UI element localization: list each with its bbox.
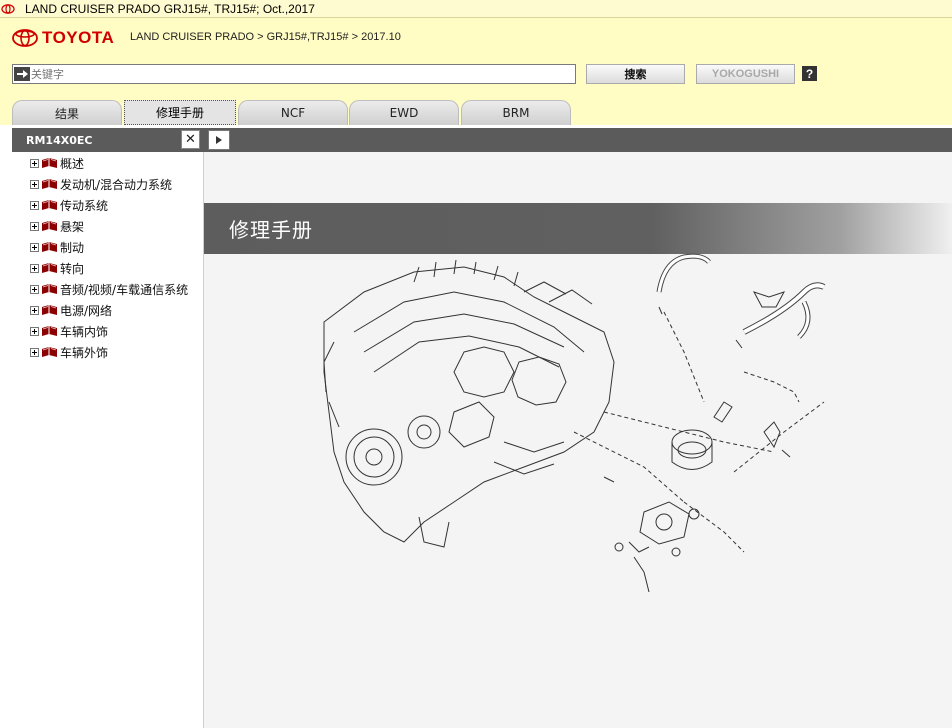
tab-ewd[interactable]: EWD bbox=[349, 100, 459, 125]
breadcrumb: LAND CRUISER PRADO > GRJ15#,TRJ15# > 201… bbox=[130, 31, 401, 43]
expand-plus-icon[interactable] bbox=[30, 263, 39, 273]
manual-id: RM14X0EC bbox=[26, 133, 93, 147]
close-icon: ✕ bbox=[185, 132, 196, 147]
window-title-bar: LAND CRUISER PRADO GRJ15#, TRJ15#; Oct.,… bbox=[0, 0, 952, 18]
tree-item-label: 转向 bbox=[60, 261, 85, 276]
book-icon bbox=[42, 221, 57, 231]
window-title: LAND CRUISER PRADO GRJ15#, TRJ15#; Oct.,… bbox=[25, 1, 315, 16]
book-icon bbox=[42, 305, 57, 315]
book-icon bbox=[42, 263, 57, 273]
content-header-strip bbox=[203, 128, 952, 152]
tree-item-drivetrain[interactable]: 传动系统 bbox=[30, 196, 108, 214]
expand-plus-icon[interactable] bbox=[30, 326, 39, 336]
book-icon bbox=[42, 284, 57, 294]
book-icon bbox=[42, 200, 57, 210]
tree-item-label: 制动 bbox=[60, 240, 85, 255]
tree-item-power-network[interactable]: 电源/网络 bbox=[30, 301, 112, 319]
tab-brm[interactable]: BRM bbox=[461, 100, 571, 125]
expand-plus-icon[interactable] bbox=[30, 242, 39, 252]
tree-item-label: 悬架 bbox=[60, 219, 85, 234]
tree-item-overview[interactable]: 概述 bbox=[30, 154, 84, 172]
brand-name: TOYOTA bbox=[42, 28, 115, 47]
search-box bbox=[12, 64, 576, 84]
help-icon[interactable]: ? bbox=[802, 66, 817, 81]
tree-item-exterior[interactable]: 车辆外饰 bbox=[30, 343, 108, 361]
tree-item-label: 车辆外饰 bbox=[60, 345, 109, 360]
yokogushi-button[interactable]: YOKOGUSHI bbox=[696, 64, 795, 84]
panel-header: RM14X0EC ✕ bbox=[12, 128, 203, 152]
tree-item-suspension[interactable]: 悬架 bbox=[30, 217, 84, 235]
expand-plus-icon[interactable] bbox=[30, 200, 39, 210]
search-input[interactable] bbox=[30, 66, 571, 82]
content-banner: 修理手册 bbox=[204, 203, 952, 254]
toyota-logo-icon bbox=[12, 29, 38, 47]
book-icon bbox=[42, 242, 57, 252]
book-icon bbox=[42, 179, 57, 189]
tree-item-interior[interactable]: 车辆内饰 bbox=[30, 322, 108, 340]
play-arrow-icon bbox=[216, 136, 222, 144]
tab-ncf[interactable]: NCF bbox=[238, 100, 348, 125]
expand-plus-icon[interactable] bbox=[30, 158, 39, 168]
tree-item-brake[interactable]: 制动 bbox=[30, 238, 84, 256]
header: TOYOTA LAND CRUISER PRADO > GRJ15#,TRJ15… bbox=[0, 18, 952, 125]
tree-item-label: 概述 bbox=[60, 156, 85, 171]
expand-plus-icon[interactable] bbox=[30, 221, 39, 231]
arrow-right-icon bbox=[14, 67, 30, 81]
tree-item-audio[interactable]: 音频/视频/车载通信系统 bbox=[30, 280, 188, 298]
tree-item-label: 音频/视频/车载通信系统 bbox=[60, 282, 189, 297]
tree-item-label: 电源/网络 bbox=[60, 303, 113, 318]
banner-title: 修理手册 bbox=[229, 218, 313, 242]
expand-plus-icon[interactable] bbox=[30, 179, 39, 189]
toyota-app-icon bbox=[1, 3, 15, 14]
tree-item-label: 传动系统 bbox=[60, 198, 109, 213]
book-icon bbox=[42, 158, 57, 168]
expand-plus-icon[interactable] bbox=[30, 305, 39, 315]
expand-plus-icon[interactable] bbox=[30, 347, 39, 357]
expand-panel-button[interactable] bbox=[208, 130, 230, 150]
tree-item-steering[interactable]: 转向 bbox=[30, 259, 84, 277]
close-panel-button[interactable]: ✕ bbox=[181, 130, 200, 149]
brand: TOYOTA bbox=[12, 28, 114, 48]
expand-plus-icon[interactable] bbox=[30, 284, 39, 294]
book-icon bbox=[42, 347, 57, 357]
book-icon bbox=[42, 326, 57, 336]
tab-results[interactable]: 结果 bbox=[12, 100, 122, 125]
tab-repair-manual[interactable]: 修理手册 bbox=[124, 100, 236, 125]
search-button[interactable]: 搜索 bbox=[586, 64, 685, 84]
tree-item-engine[interactable]: 发动机/混合动力系统 bbox=[30, 175, 172, 193]
tree-item-label: 发动机/混合动力系统 bbox=[60, 177, 173, 192]
toc-tree: 概述 发动机/混合动力系统 传动系统 悬架 制动 转向 音频/视频/车载通信系统… bbox=[12, 152, 204, 728]
tree-item-label: 车辆内饰 bbox=[60, 324, 109, 339]
main-content: 修理手册 bbox=[204, 152, 952, 728]
engine-illustration bbox=[323, 253, 826, 592]
